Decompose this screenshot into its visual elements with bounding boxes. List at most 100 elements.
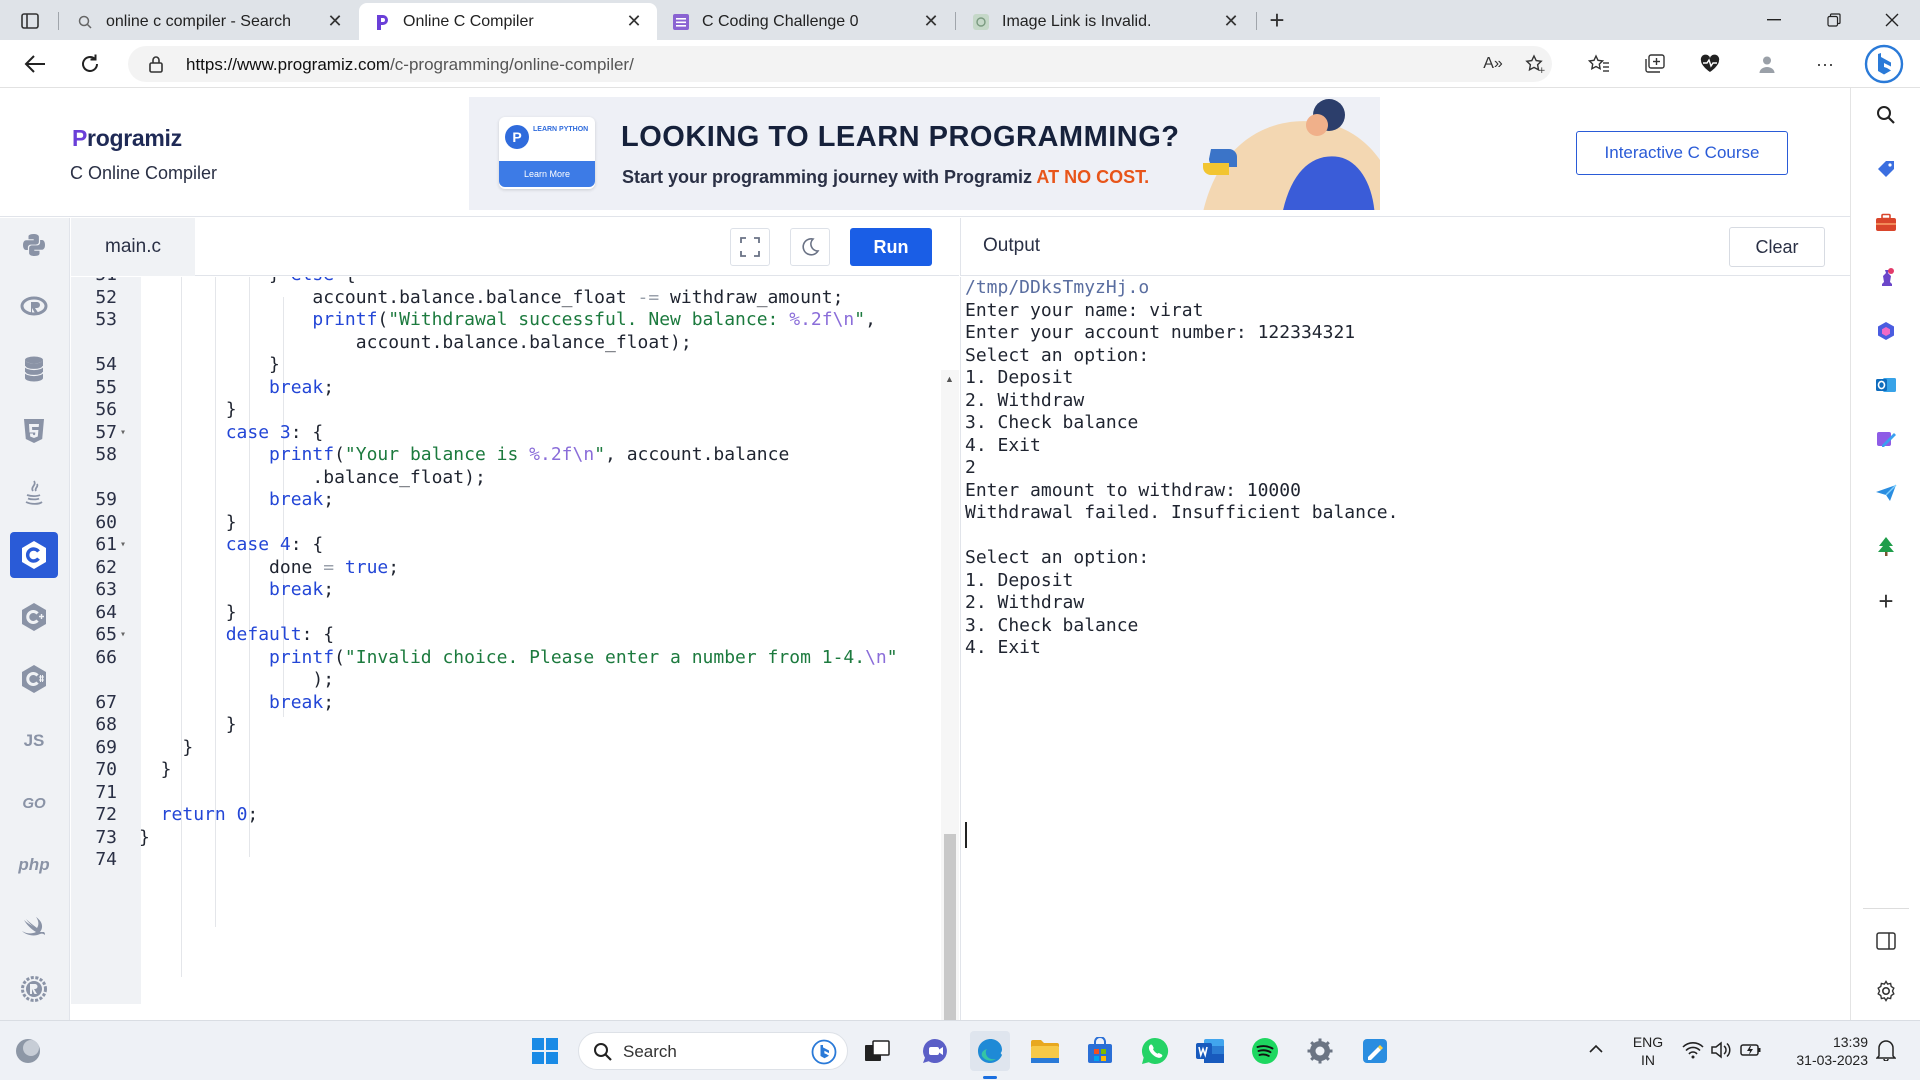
send-arrow-icon[interactable]	[1873, 480, 1899, 506]
file-explorer-icon[interactable]	[1025, 1031, 1065, 1071]
output-binary-path: /tmp/DDksTmyzHj.o	[965, 277, 1150, 298]
bing-copilot-icon[interactable]	[1864, 44, 1904, 84]
spotify-icon[interactable]	[1245, 1031, 1285, 1071]
wifi-icon[interactable]	[1682, 1041, 1704, 1064]
task-view-icon[interactable]	[857, 1031, 897, 1071]
shopping-tag-icon[interactable]	[1873, 156, 1899, 182]
code-line: account.balance.balance_float);	[139, 331, 692, 353]
widgets-weather-icon[interactable]	[8, 1031, 48, 1071]
lock-icon[interactable]	[148, 55, 164, 78]
close-icon[interactable]: ✕	[625, 11, 643, 32]
tab-image-link-invalid[interactable]: Image Link is Invalid. ✕	[958, 3, 1254, 40]
tab-search[interactable]: online c compiler - Search ✕	[62, 3, 358, 40]
rust-icon[interactable]	[10, 966, 58, 1012]
clock[interactable]: 13:39 31-03-2023	[1778, 1033, 1868, 1069]
tab-c-coding-challenge[interactable]: C Coding Challenge 0 ✕	[658, 3, 954, 40]
browser-essentials-icon[interactable]	[1697, 52, 1723, 76]
battery-charging-icon[interactable]	[1740, 1041, 1762, 1064]
close-icon[interactable]: ✕	[326, 11, 344, 32]
code-line: }	[139, 759, 172, 780]
code-editor[interactable]: 51▾525354555657▾58596061▾62636465▾666768…	[71, 277, 941, 1004]
fold-arrow-icon[interactable]: ▾	[120, 427, 126, 438]
banner-subline: Start your programming journey with Prog…	[622, 167, 1149, 188]
url-bar[interactable]: https://www.programiz.com/c-programming/…	[128, 46, 1552, 82]
cpp-icon[interactable]	[10, 594, 58, 640]
taskbar-search-box[interactable]: Search	[578, 1032, 848, 1070]
editor-scrollbar[interactable]: ▲ ▼	[941, 370, 959, 1080]
python-icon[interactable]	[10, 222, 58, 268]
more-options-icon[interactable]: ···	[1812, 52, 1838, 76]
settings-gear-icon[interactable]	[1300, 1031, 1340, 1071]
learn-more-button[interactable]: Learn More	[499, 161, 595, 187]
tab-title: Online C Compiler	[403, 12, 534, 30]
output-line: 4. Exit	[965, 637, 1041, 658]
js-icon[interactable]: JS	[10, 718, 58, 764]
php-icon[interactable]: php	[10, 842, 58, 888]
address-toolbar: https://www.programiz.com/c-programming/…	[0, 40, 1920, 88]
file-tab-main-c[interactable]: main.c	[71, 218, 195, 276]
sql-icon[interactable]	[10, 346, 58, 392]
fold-arrow-icon[interactable]: ▾	[120, 539, 126, 550]
settings-gear-icon[interactable]	[1873, 978, 1899, 1004]
run-button[interactable]: Run	[850, 228, 932, 266]
profile-icon[interactable]	[1754, 52, 1780, 76]
whatsapp-icon[interactable]	[1135, 1031, 1175, 1071]
whiteboard-icon[interactable]	[1355, 1031, 1395, 1071]
csharp-icon[interactable]	[10, 656, 58, 702]
close-window-button[interactable]	[1862, 0, 1920, 40]
restore-button[interactable]	[1804, 0, 1864, 40]
html5-icon[interactable]	[10, 408, 58, 454]
swift-icon[interactable]	[10, 904, 58, 950]
tools-briefcase-icon[interactable]	[1873, 210, 1899, 236]
outlook-icon[interactable]	[1873, 372, 1899, 398]
programiz-logo[interactable]: Programiz	[72, 125, 182, 152]
c-icon[interactable]	[10, 532, 58, 578]
page-content: Programiz C Online Compiler P LEARN PYTH…	[0, 89, 1850, 1080]
output-console[interactable]: /tmp/DDksTmyzHj.o Enter your name: virat E…	[960, 277, 1850, 1020]
windows-start-icon[interactable]	[525, 1031, 565, 1071]
favorites-icon[interactable]	[1586, 52, 1612, 76]
fold-arrow-icon[interactable]: ▾	[120, 277, 126, 280]
designer-icon[interactable]	[1873, 426, 1899, 452]
add-icon[interactable]: +	[1873, 586, 1899, 616]
output-title: Output	[983, 235, 1041, 256]
java-icon[interactable]	[10, 470, 58, 516]
minimize-button[interactable]	[1744, 0, 1804, 40]
tab-actions-icon[interactable]	[14, 8, 46, 34]
show-hidden-icons-chevron-icon[interactable]	[1588, 1041, 1604, 1059]
tab-online-c-compiler[interactable]: Online C Compiler ✕	[359, 3, 657, 40]
close-icon[interactable]: ✕	[922, 11, 940, 32]
split-screen-icon[interactable]	[1873, 928, 1899, 954]
clear-button[interactable]: Clear	[1729, 227, 1825, 267]
ad-banner[interactable]: P LEARN PYTHON Learn More LOOKING TO LEA…	[469, 97, 1380, 210]
scroll-up-icon[interactable]: ▲	[945, 374, 954, 384]
notifications-icon[interactable]	[1875, 1039, 1897, 1066]
new-tab-button[interactable]: +	[1262, 6, 1292, 36]
tree-icon[interactable]	[1873, 534, 1899, 560]
back-button[interactable]	[20, 50, 50, 78]
line-number: 52	[95, 286, 117, 308]
microsoft-365-icon[interactable]	[1873, 318, 1899, 344]
edge-icon[interactable]	[970, 1031, 1010, 1071]
read-aloud-icon[interactable]: A»	[1482, 54, 1504, 74]
r-icon[interactable]	[10, 284, 58, 330]
close-icon[interactable]: ✕	[1222, 11, 1240, 32]
sidebar-divider	[1863, 908, 1909, 909]
volume-icon[interactable]	[1710, 1041, 1732, 1064]
line-number: 56	[95, 399, 117, 420]
refresh-button[interactable]	[75, 50, 105, 78]
dark-mode-moon-icon[interactable]	[790, 228, 830, 266]
word-icon[interactable]	[1190, 1031, 1230, 1071]
interactive-c-course-button[interactable]: Interactive C Course	[1576, 131, 1788, 175]
teams-chat-icon[interactable]	[915, 1031, 955, 1071]
go-icon[interactable]: GO	[10, 780, 58, 826]
microsoft-store-icon[interactable]	[1080, 1031, 1120, 1071]
input-language-indicator[interactable]: ENG IN	[1628, 1033, 1668, 1069]
fold-arrow-icon[interactable]: ▾	[120, 629, 126, 640]
fullscreen-icon[interactable]	[730, 228, 770, 266]
games-chess-icon[interactable]	[1873, 264, 1899, 290]
add-favorite-icon[interactable]: +	[1524, 54, 1546, 74]
search-icon[interactable]	[1873, 102, 1899, 128]
line-number: 51	[71, 277, 117, 285]
collections-icon[interactable]	[1642, 52, 1668, 76]
